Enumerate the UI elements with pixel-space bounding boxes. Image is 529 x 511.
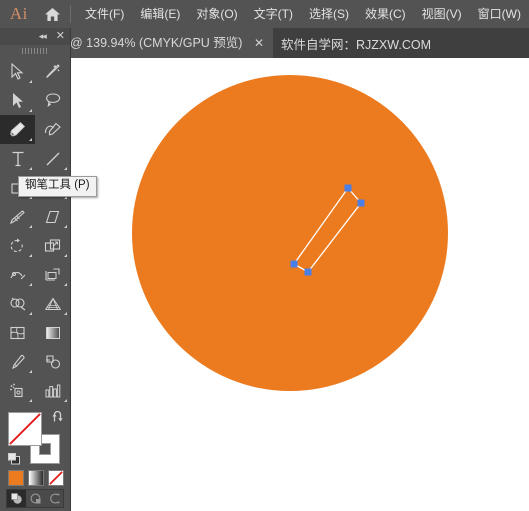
orange-circle[interactable] — [132, 75, 448, 391]
tools-panel: ◂◂ ✕ 钢笔工具 (P) — [0, 28, 97, 511]
menu-select[interactable]: 选择(S) — [301, 4, 357, 24]
lasso-tool[interactable] — [35, 86, 70, 115]
flyout-indicator — [29, 109, 32, 112]
drag-handle[interactable] — [0, 45, 70, 57]
color-swatch[interactable] — [8, 470, 24, 486]
watermark-text: 软件自学网：RJZXW.COM — [281, 37, 431, 52]
shaper-tool[interactable] — [0, 202, 35, 231]
free-transform-tool[interactable] — [35, 260, 70, 289]
eyedropper-tool[interactable] — [0, 347, 35, 376]
gradient-swatch[interactable] — [28, 470, 44, 486]
rotate-tool[interactable] — [0, 231, 35, 260]
flyout-indicator — [29, 312, 32, 315]
anchor-point[interactable] — [357, 199, 365, 207]
draw-behind-mode[interactable] — [26, 490, 45, 507]
menu-file[interactable]: 文件(F) — [77, 4, 132, 24]
grip-lines-icon — [22, 48, 48, 54]
curvature-tool[interactable] — [35, 115, 70, 144]
anchor-point[interactable] — [304, 268, 312, 276]
illustrator-window: Ai 文件(F) 编辑(E) 对象(O) 文字(T) 选择(S) 效果(C) 视… — [0, 0, 529, 511]
close-icon[interactable]: ✕ — [56, 31, 65, 42]
fill-stroke-swatches — [8, 410, 65, 465]
tool-tooltip: 钢笔工具 (P) — [18, 176, 97, 197]
flyout-indicator — [29, 138, 32, 141]
none-indicator-icon — [9, 413, 41, 445]
flyout-indicator — [64, 399, 67, 402]
scale-tool[interactable] — [35, 231, 70, 260]
draw-normal-mode[interactable] — [7, 490, 26, 507]
flyout-indicator — [29, 80, 32, 83]
menu-bar: Ai 文件(F) 编辑(E) 对象(O) 文字(T) 选择(S) 效果(C) 视… — [0, 0, 529, 28]
none-swatch[interactable] — [48, 470, 64, 486]
menu-effect[interactable]: 效果(C) — [357, 4, 414, 24]
flyout-indicator — [29, 167, 32, 170]
color-controls — [0, 408, 70, 511]
artwork — [132, 75, 448, 391]
ai-logo: Ai — [9, 4, 28, 23]
menu-object[interactable]: 对象(O) — [188, 4, 245, 24]
flyout-indicator — [64, 254, 67, 257]
draw-modes — [6, 489, 64, 508]
column-graph-tool[interactable] — [35, 376, 70, 405]
line-segment-tool[interactable] — [35, 144, 70, 173]
menu-type[interactable]: 文字(T) — [246, 4, 301, 24]
default-fill-stroke-icon[interactable] — [8, 453, 21, 465]
tools-panel-header: ◂◂ ✕ — [0, 28, 70, 45]
shape-builder-tool[interactable] — [0, 289, 35, 318]
collapse-icon[interactable]: ◂◂ — [39, 32, 47, 41]
document-tab-title: @ 139.94% (CMYK/GPU 预览) — [70, 35, 243, 50]
fill-swatch[interactable] — [8, 412, 42, 446]
color-mode-swatches — [8, 470, 64, 486]
symbol-sprayer-tool[interactable] — [0, 376, 35, 405]
flyout-indicator — [29, 283, 32, 286]
menu-window[interactable]: 窗口(W) — [470, 4, 529, 24]
none-slash-icon — [49, 471, 63, 485]
menu-view[interactable]: 视图(V) — [414, 4, 470, 24]
magic-wand-tool[interactable] — [35, 57, 70, 86]
tools-grid — [0, 57, 70, 463]
menu-edit[interactable]: 编辑(E) — [132, 4, 188, 24]
menu-items: 文件(F) 编辑(E) 对象(O) 文字(T) 选择(S) 效果(C) 视图(V… — [77, 4, 529, 24]
flyout-indicator — [29, 225, 32, 228]
anchor-point[interactable] — [344, 184, 352, 192]
canvas-area[interactable] — [70, 58, 529, 511]
flyout-indicator — [64, 283, 67, 286]
gradient-tool[interactable] — [35, 318, 70, 347]
document-tab[interactable]: @ 139.94% (CMYK/GPU 预览) ✕ — [66, 28, 274, 58]
mesh-tool[interactable] — [0, 318, 35, 347]
width-tool[interactable] — [0, 260, 35, 289]
selection-tool[interactable] — [0, 57, 35, 86]
close-icon[interactable]: ✕ — [253, 37, 264, 49]
document-tab-bar: @ 139.94% (CMYK/GPU 预览) ✕ 软件自学网：RJZXW.CO… — [0, 28, 529, 58]
menu-divider — [70, 5, 71, 23]
home-icon[interactable] — [38, 0, 68, 28]
flyout-indicator — [29, 399, 32, 402]
eraser-tool[interactable] — [35, 202, 70, 231]
flyout-indicator — [29, 370, 32, 373]
type-tool[interactable] — [0, 144, 35, 173]
flyout-indicator — [64, 225, 67, 228]
anchor-point[interactable] — [290, 260, 298, 268]
flyout-indicator — [64, 312, 67, 315]
blend-tool[interactable] — [35, 347, 70, 376]
swap-fill-stroke-icon[interactable] — [51, 410, 65, 424]
flyout-indicator — [64, 167, 67, 170]
pen-tool[interactable] — [0, 115, 35, 144]
perspective-grid-tool[interactable] — [35, 289, 70, 318]
flyout-indicator — [29, 254, 32, 257]
direct-selection-tool[interactable] — [0, 86, 35, 115]
draw-inside-mode[interactable] — [44, 490, 63, 507]
